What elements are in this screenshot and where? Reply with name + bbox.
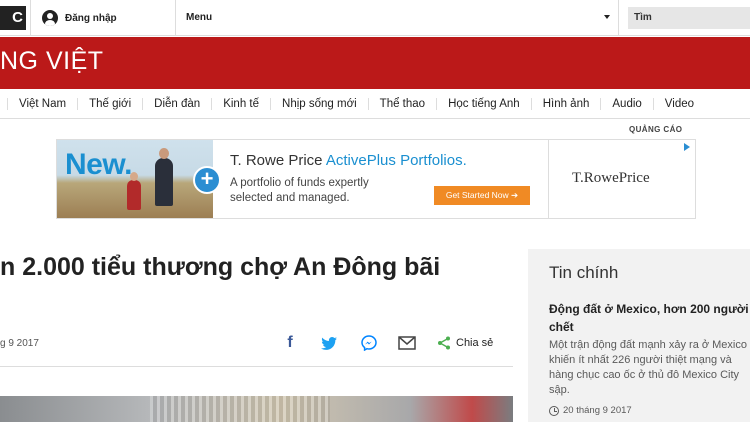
menu-dropdown[interactable]: Menu bbox=[176, 0, 618, 36]
divider bbox=[618, 0, 619, 36]
story-summary: Một trận động đất mạnh xảy ra ở Mexico k… bbox=[549, 339, 747, 396]
signin-button[interactable]: Đăng nhập bbox=[42, 9, 117, 27]
top-stories-panel: Tin chính Động đất ở Mexico, hơn 200 ngư… bbox=[528, 249, 750, 422]
section-nav: Việt Nam Thế giới Diễn đàn Kinh tế Nhịp … bbox=[0, 89, 750, 119]
nav-item-kinh-te[interactable]: Kinh tế bbox=[211, 97, 270, 110]
nav-item-viet-nam[interactable]: Việt Nam bbox=[8, 98, 77, 110]
divider bbox=[548, 140, 549, 218]
ad-headline-product: ActivePlus Portfolios. bbox=[325, 152, 467, 169]
nav-item-dien-dan[interactable]: Diễn đàn bbox=[142, 97, 211, 110]
menu-label: Menu bbox=[186, 12, 213, 23]
panel-title: Tin chính bbox=[549, 263, 619, 282]
nav-item-audio[interactable]: Audio bbox=[600, 97, 652, 110]
nav-item-hinh-anh[interactable]: Hình ảnh bbox=[530, 97, 601, 110]
clock-icon bbox=[549, 405, 559, 416]
nav-item-the-thao[interactable]: Thể thao bbox=[367, 97, 436, 110]
story-timestamp: 20 tháng 9 2017 bbox=[549, 405, 632, 416]
plus-icon[interactable]: + bbox=[193, 166, 221, 194]
bbc-logo[interactable]: C bbox=[0, 6, 26, 30]
share-button[interactable]: Chia sẻ bbox=[437, 335, 493, 351]
email-icon[interactable] bbox=[397, 334, 417, 352]
nav-item-the-gioi[interactable]: Thế giới bbox=[77, 97, 142, 110]
nav-item-nhip-song-moi[interactable]: Nhịp sống mới bbox=[270, 97, 368, 110]
caret-down-icon bbox=[604, 15, 610, 19]
divider bbox=[0, 366, 513, 367]
nav-item-hoc-tieng-anh[interactable]: Học tiếng Anh bbox=[436, 97, 531, 110]
ad-banner[interactable]: New. + T. Rowe Price ActivePlus Portfoli… bbox=[56, 139, 696, 219]
ad-cta-button[interactable]: Get Started Now ➔ bbox=[434, 186, 530, 205]
story-date: 20 tháng 9 2017 bbox=[563, 405, 632, 416]
divider bbox=[30, 0, 31, 36]
ad-headline: T. Rowe Price ActivePlus Portfolios. bbox=[230, 152, 467, 169]
story-headline[interactable]: Động đất ở Mexico, hơn 200 người chết bbox=[549, 300, 750, 336]
top-bar: C Đăng nhập Menu Tìm bbox=[0, 0, 750, 36]
divider bbox=[0, 97, 8, 110]
article-headline: n 2.000 tiểu thương chợ An Đông bãi bbox=[0, 253, 441, 281]
adchoices-icon[interactable] bbox=[684, 143, 690, 151]
ad-child-figure bbox=[127, 172, 141, 210]
ad-headline-brand: T. Rowe Price bbox=[230, 152, 326, 169]
ad-adult-figure bbox=[155, 148, 173, 206]
messenger-icon[interactable] bbox=[360, 334, 378, 352]
signin-label: Đăng nhập bbox=[65, 12, 117, 24]
share-icon bbox=[438, 336, 450, 350]
ad-badge: New. bbox=[65, 148, 132, 181]
ad-brand-logo: T.RowePrice bbox=[572, 170, 650, 186]
service-title[interactable]: NG VIỆT bbox=[0, 47, 104, 76]
ad-label: QUẢNG CÁO bbox=[629, 125, 683, 134]
service-banner: NG VIỆT bbox=[0, 37, 750, 89]
article-date: g 9 2017 bbox=[0, 338, 39, 349]
ad-photo: New. bbox=[57, 140, 213, 218]
share-label: Chia sẻ bbox=[456, 337, 494, 349]
user-icon bbox=[42, 10, 58, 26]
facebook-icon[interactable]: f bbox=[284, 334, 296, 352]
search-input[interactable]: Tìm bbox=[628, 7, 750, 29]
nav-item-video[interactable]: Video bbox=[652, 97, 705, 110]
ad-body: A portfolio of funds expertly selected a… bbox=[230, 177, 369, 204]
article-hero-image bbox=[0, 396, 513, 422]
twitter-icon[interactable] bbox=[320, 334, 338, 352]
